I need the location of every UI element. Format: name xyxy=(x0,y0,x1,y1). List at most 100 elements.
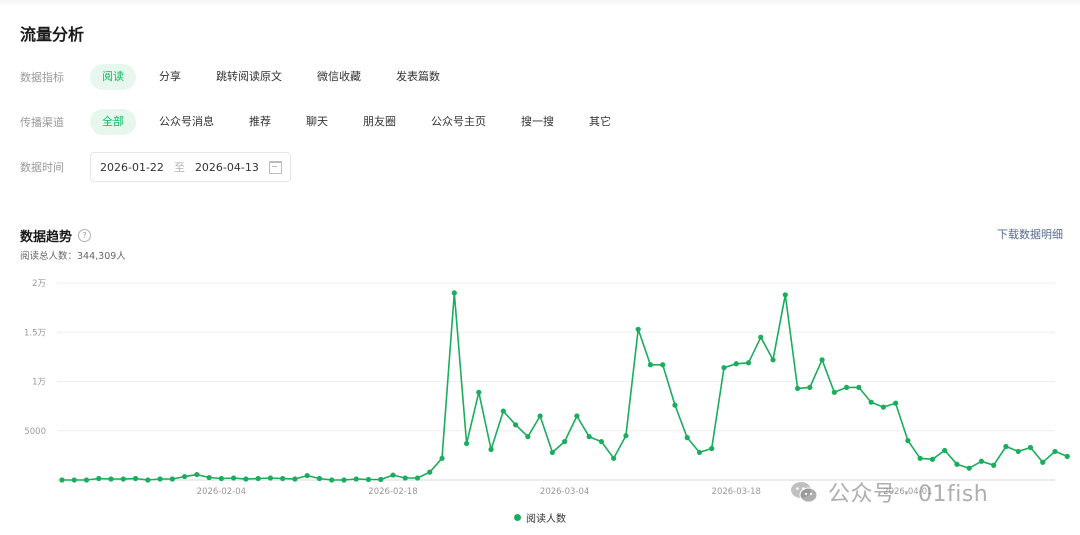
channel-chip-all[interactable]: 全部 xyxy=(90,109,136,135)
data-point xyxy=(782,292,788,298)
data-point xyxy=(1003,443,1009,450)
watermark-text: 公众号 · 01fish xyxy=(828,482,989,507)
channel-chip-account-message[interactable]: 公众号消息 xyxy=(147,109,226,135)
data-point xyxy=(500,408,506,414)
data-point xyxy=(96,475,102,482)
total-readers: 阅读总人数：344,309人 xyxy=(20,248,126,262)
data-point xyxy=(378,476,384,483)
data-point xyxy=(218,475,224,482)
data-point xyxy=(696,449,703,456)
data-point xyxy=(463,440,470,447)
time-filter-label: 数据时间 xyxy=(20,161,64,174)
date-range-picker[interactable]: 2026-01-22 至 2026-04-13 xyxy=(90,152,291,182)
data-point xyxy=(206,474,212,481)
calendar-icon[interactable] xyxy=(268,160,282,174)
series-line xyxy=(62,292,1068,481)
data-point xyxy=(794,385,801,391)
data-point xyxy=(181,473,188,480)
data-point xyxy=(512,422,519,428)
x-tick-label: 2026-03-04 xyxy=(540,487,589,497)
trend-title-text: 数据趋势 xyxy=(20,230,73,245)
start-date[interactable]: 2026-01-22 xyxy=(100,161,164,174)
data-point xyxy=(549,449,555,456)
channel-filter-label: 传播渠道 xyxy=(20,116,64,129)
metric-chip-share[interactable]: 分享 xyxy=(147,64,193,90)
data-point xyxy=(365,476,372,483)
data-point xyxy=(390,472,396,478)
metric-chip-read[interactable]: 阅读 xyxy=(90,64,136,90)
channel-chip-recommend[interactable]: 推荐 xyxy=(237,109,283,135)
data-point xyxy=(108,476,114,482)
data-point xyxy=(120,476,126,482)
data-point xyxy=(831,389,837,395)
data-point xyxy=(353,476,359,482)
y-tick-label: 2万 xyxy=(32,279,46,289)
data-point xyxy=(917,455,923,461)
data-point xyxy=(843,384,850,391)
total-readers-label: 阅读总人数： xyxy=(20,251,78,262)
data-point xyxy=(1040,459,1046,465)
data-point xyxy=(255,475,261,482)
data-point xyxy=(83,477,90,483)
data-point xyxy=(574,413,580,419)
data-point xyxy=(476,389,482,395)
data-point xyxy=(721,365,727,371)
x-tick-label: 2026-03-18 xyxy=(712,487,761,497)
channel-chip-other[interactable]: 其它 xyxy=(577,109,623,135)
date-separator: 至 xyxy=(173,161,185,174)
channel-chip-account-home[interactable]: 公众号主页 xyxy=(419,109,498,135)
data-point xyxy=(59,477,65,483)
channel-chip-chat[interactable]: 聊天 xyxy=(294,109,340,135)
data-point xyxy=(647,362,654,368)
trend-line-chart: 5000 1万 1.5万 2万 2026-02-04 2026-02-18 2026-03-… xyxy=(24,279,1070,497)
data-point xyxy=(880,404,886,410)
data-point xyxy=(611,455,617,461)
help-icon[interactable]: ? xyxy=(78,229,92,242)
data-point xyxy=(1027,444,1034,451)
top-shadow xyxy=(0,0,1080,6)
data-point xyxy=(132,475,139,482)
data-point xyxy=(267,475,274,481)
data-point xyxy=(1052,448,1058,455)
data-point xyxy=(598,438,605,445)
data-point xyxy=(243,476,249,482)
watermark: 公众号 · 01fish xyxy=(790,476,988,508)
data-point xyxy=(991,462,997,468)
data-point xyxy=(770,357,776,363)
metric-filter-label: 数据指标 xyxy=(20,71,64,84)
legend-marker xyxy=(514,514,521,521)
channel-chip-moments[interactable]: 朋友圈 xyxy=(351,109,408,135)
data-point xyxy=(929,456,936,462)
y-tick-label: 5000 xyxy=(24,427,46,437)
data-point xyxy=(304,472,310,479)
channel-chip-search[interactable]: 搜一搜 xyxy=(509,109,566,135)
end-date[interactable]: 2026-04-13 xyxy=(195,161,259,174)
data-point xyxy=(341,477,347,483)
data-point xyxy=(525,434,531,440)
data-point xyxy=(942,447,948,454)
metric-chip-favorite[interactable]: 微信收藏 xyxy=(305,64,373,90)
data-point xyxy=(329,477,335,483)
data-point xyxy=(733,361,739,367)
data-point xyxy=(856,384,862,391)
chart-legend[interactable]: 阅读人数 xyxy=(514,510,566,525)
data-point xyxy=(414,475,421,481)
trend-section-title: 数据趋势 ? xyxy=(20,226,92,245)
page-title: 流量分析 xyxy=(20,25,85,44)
data-point xyxy=(745,360,752,366)
data-point xyxy=(660,362,666,368)
metric-chip-read-original[interactable]: 跳转阅读原文 xyxy=(204,64,294,90)
data-point xyxy=(905,438,911,444)
data-point xyxy=(439,455,445,461)
metric-chip-post-count[interactable]: 发表篇数 xyxy=(384,64,452,90)
metric-filter-row: 数据指标 阅读 分享 跳转阅读原文 微信收藏 发表篇数 xyxy=(20,64,463,90)
download-data-link[interactable]: 下载数据明细 xyxy=(997,226,1063,242)
data-point xyxy=(954,461,960,467)
data-point xyxy=(145,477,151,483)
y-tick-label: 1.5万 xyxy=(24,328,46,338)
legend-label: 阅读人数 xyxy=(526,514,566,525)
data-point xyxy=(280,475,286,482)
data-point xyxy=(71,477,77,483)
data-point xyxy=(488,446,494,453)
data-point xyxy=(623,433,629,439)
